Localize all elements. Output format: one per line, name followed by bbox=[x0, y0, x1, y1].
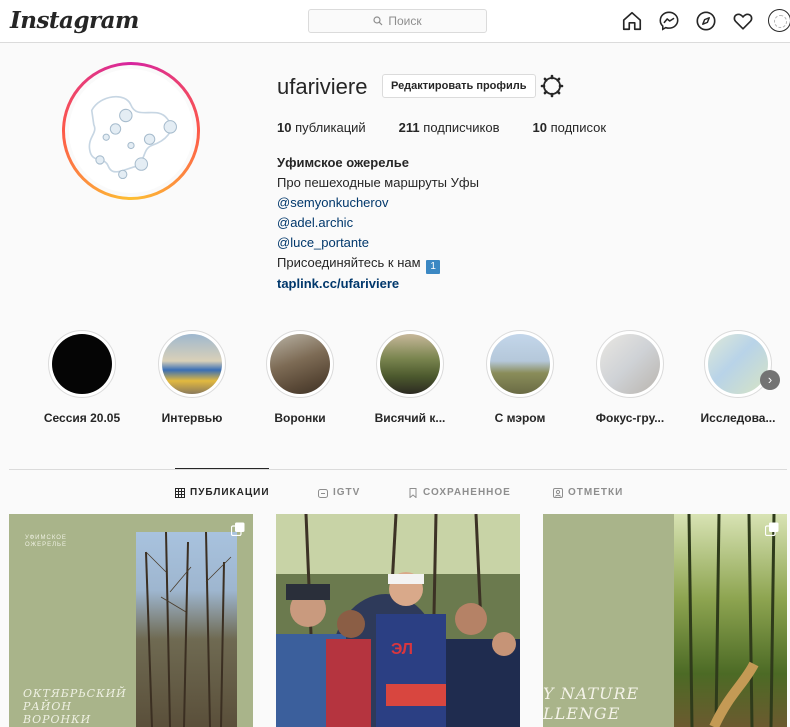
highlights-next-arrow-icon[interactable]: › bbox=[760, 370, 780, 390]
edit-profile-button[interactable]: Редактировать профиль bbox=[382, 74, 536, 98]
profile-full-name: Уфимское ожерелье bbox=[277, 155, 409, 170]
story-highlights: Сессия 20.05 Интервью Воронки Висячий к.… bbox=[30, 330, 780, 430]
highlight-label: Исследова... bbox=[700, 411, 776, 425]
following-count[interactable]: 10 подписок bbox=[533, 120, 607, 135]
search-box[interactable]: Поиск bbox=[308, 9, 487, 33]
bio-join-line: Присоединяйтесь к нам 1 bbox=[277, 253, 479, 274]
svg-text:ЭЛ: ЭЛ bbox=[391, 641, 413, 658]
highlight-label: Воронки bbox=[274, 411, 326, 425]
top-navigation: Instagram Поиск bbox=[0, 0, 790, 43]
tagged-person-icon bbox=[553, 487, 563, 498]
highlight-item[interactable]: Висячий к... bbox=[358, 330, 462, 425]
explore-compass-icon[interactable] bbox=[694, 9, 717, 32]
highlight-label: Интервью bbox=[161, 411, 223, 425]
bookmark-icon bbox=[409, 487, 417, 498]
highlight-label: Сессия 20.05 bbox=[43, 411, 121, 425]
followers-count[interactable]: 211 подписчиков bbox=[399, 120, 500, 135]
bio-mention[interactable]: @semyonkucherov bbox=[277, 193, 479, 213]
instagram-logo[interactable]: Instagram bbox=[10, 7, 139, 34]
highlight-label: Фокус-гру... bbox=[595, 411, 665, 425]
tab-posts[interactable]: ПУБЛИКАЦИИ bbox=[175, 487, 270, 498]
tabs-divider bbox=[9, 469, 787, 470]
post-title: Y NATURE LLENGE bbox=[543, 684, 640, 723]
heart-activity-icon[interactable] bbox=[731, 9, 754, 32]
igtv-icon bbox=[318, 488, 328, 498]
carousel-multiple-icon bbox=[231, 522, 245, 536]
post-title: ОКТЯБРЬСКИЙ РАЙОН ВОРОНКИ bbox=[23, 687, 127, 726]
highlight-label: Висячий к... bbox=[374, 411, 446, 425]
settings-gear-icon[interactable] bbox=[540, 74, 564, 98]
profile-avatar-icon[interactable] bbox=[768, 9, 790, 32]
post-brand-logo: УФИМСКОЕ ОЖЕРЕЛЬЕ bbox=[25, 535, 67, 548]
post-thumbnail[interactable]: ЭЛ bbox=[276, 514, 520, 727]
messenger-icon[interactable] bbox=[657, 9, 680, 32]
profile-username: ufariviere bbox=[277, 74, 368, 99]
grid-icon bbox=[175, 487, 185, 498]
active-tab-indicator bbox=[175, 468, 269, 469]
post-photo: ЭЛ bbox=[276, 514, 520, 727]
profile-stats: 10 публикаций 211 подписчиков 10 подписо… bbox=[277, 120, 639, 135]
post-thumbnail[interactable]: УФИМСКОЕ ОЖЕРЕЛЬЕ ОКТЯБРЬСКИЙ РАЙОН ВОРОНКИ bbox=[9, 514, 253, 727]
post-photo bbox=[136, 531, 237, 727]
profile-bio: Уфимское ожерелье Про пешеходные маршрут… bbox=[277, 153, 479, 294]
home-icon[interactable] bbox=[620, 9, 643, 32]
post-photo bbox=[674, 514, 787, 727]
bio-mention[interactable]: @adel.archic bbox=[277, 213, 479, 233]
post-thumbnail[interactable]: Y NATURE LLENGE bbox=[543, 514, 787, 727]
carousel-multiple-icon bbox=[765, 522, 779, 536]
bio-description: Про пешеходные маршруты Уфы bbox=[277, 175, 479, 190]
highlight-item[interactable]: Воронки bbox=[248, 330, 352, 425]
search-icon bbox=[373, 16, 383, 26]
keycap-one-icon: 1 bbox=[426, 260, 441, 274]
posts-count: 10 публикаций bbox=[277, 120, 366, 135]
highlight-item[interactable]: Интервью bbox=[140, 330, 244, 425]
bio-website-link[interactable]: taplink.cc/ufariviere bbox=[277, 274, 479, 294]
profile-picture[interactable] bbox=[62, 62, 200, 200]
highlight-item[interactable]: Сессия 20.05 bbox=[30, 330, 134, 425]
necklace-logo-icon bbox=[88, 95, 177, 180]
bio-mention[interactable]: @luce_portante bbox=[277, 233, 479, 253]
highlight-label: С мэром bbox=[494, 411, 546, 425]
tab-igtv[interactable]: IGTV bbox=[318, 487, 360, 498]
tab-tagged[interactable]: ОТМЕТКИ bbox=[553, 487, 623, 498]
highlight-item[interactable]: Фокус-гру... bbox=[578, 330, 682, 425]
tab-saved[interactable]: СОХРАНЕННОЕ bbox=[408, 487, 511, 498]
search-placeholder: Поиск bbox=[388, 14, 422, 28]
highlight-item[interactable]: С мэром bbox=[468, 330, 572, 425]
